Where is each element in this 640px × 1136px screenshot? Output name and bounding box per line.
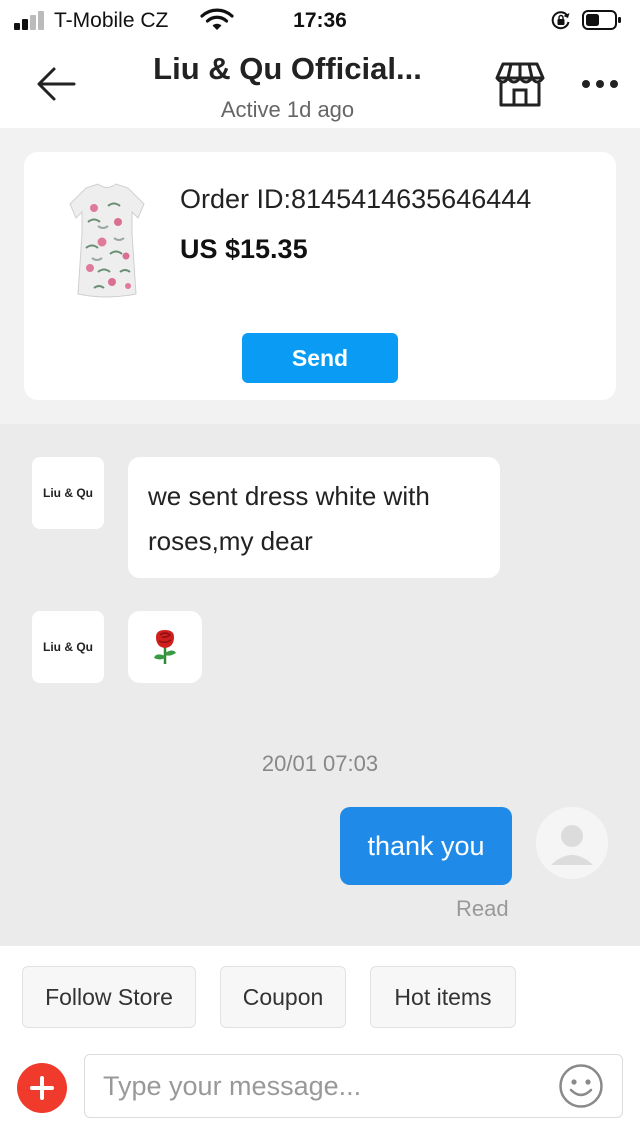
order-id: Order ID:8145414635646444 <box>180 184 532 214</box>
hot-items-button[interactable]: Hot items <box>370 966 516 1028</box>
back-arrow-icon[interactable] <box>34 64 78 104</box>
status-time: 17:36 <box>293 9 347 32</box>
chat-footer: Follow Store Coupon Hot items <box>0 946 640 1136</box>
rotation-lock-icon <box>551 11 570 30</box>
store-avatar-text: Liu & Qu <box>43 486 93 500</box>
order-price: US $15.35 <box>180 234 308 264</box>
chat-header: Liu & Qu Official... Active 1d ago <box>0 42 640 128</box>
store-avatar-text: Liu & Qu <box>43 640 93 654</box>
store-icon[interactable] <box>494 60 546 108</box>
order-card: Order ID:8145414635646444 US $15.35 Send <box>24 152 616 400</box>
message-input[interactable] <box>84 1054 623 1118</box>
store-avatar[interactable]: Liu & Qu <box>32 611 104 683</box>
emoji-icon[interactable] <box>558 1063 604 1109</box>
send-order-button[interactable]: Send <box>242 333 398 383</box>
follow-store-button[interactable]: Follow Store <box>22 966 196 1028</box>
message-timestamp: 20/01 07:03 <box>261 751 379 776</box>
chat-title: Liu & Qu Official... <box>153 51 422 86</box>
store-avatar[interactable]: Liu & Qu <box>32 457 104 529</box>
battery-icon <box>582 10 621 30</box>
active-status: Active 1d ago <box>220 97 355 122</box>
user-avatar-icon[interactable] <box>536 807 608 879</box>
outgoing-message: thank you <box>340 807 512 885</box>
incoming-message <box>128 611 202 683</box>
floral-dress-product-image <box>69 183 145 298</box>
coupon-button[interactable]: Coupon <box>220 966 346 1028</box>
incoming-message: we sent dress white with roses,my dear <box>128 457 500 578</box>
rose-icon <box>154 630 176 664</box>
more-options-icon[interactable] <box>578 72 622 96</box>
status-bar: T-Mobile CZ 17:36 <box>0 0 640 42</box>
add-icon[interactable] <box>17 1063 67 1113</box>
read-receipt: Read <box>456 896 509 921</box>
